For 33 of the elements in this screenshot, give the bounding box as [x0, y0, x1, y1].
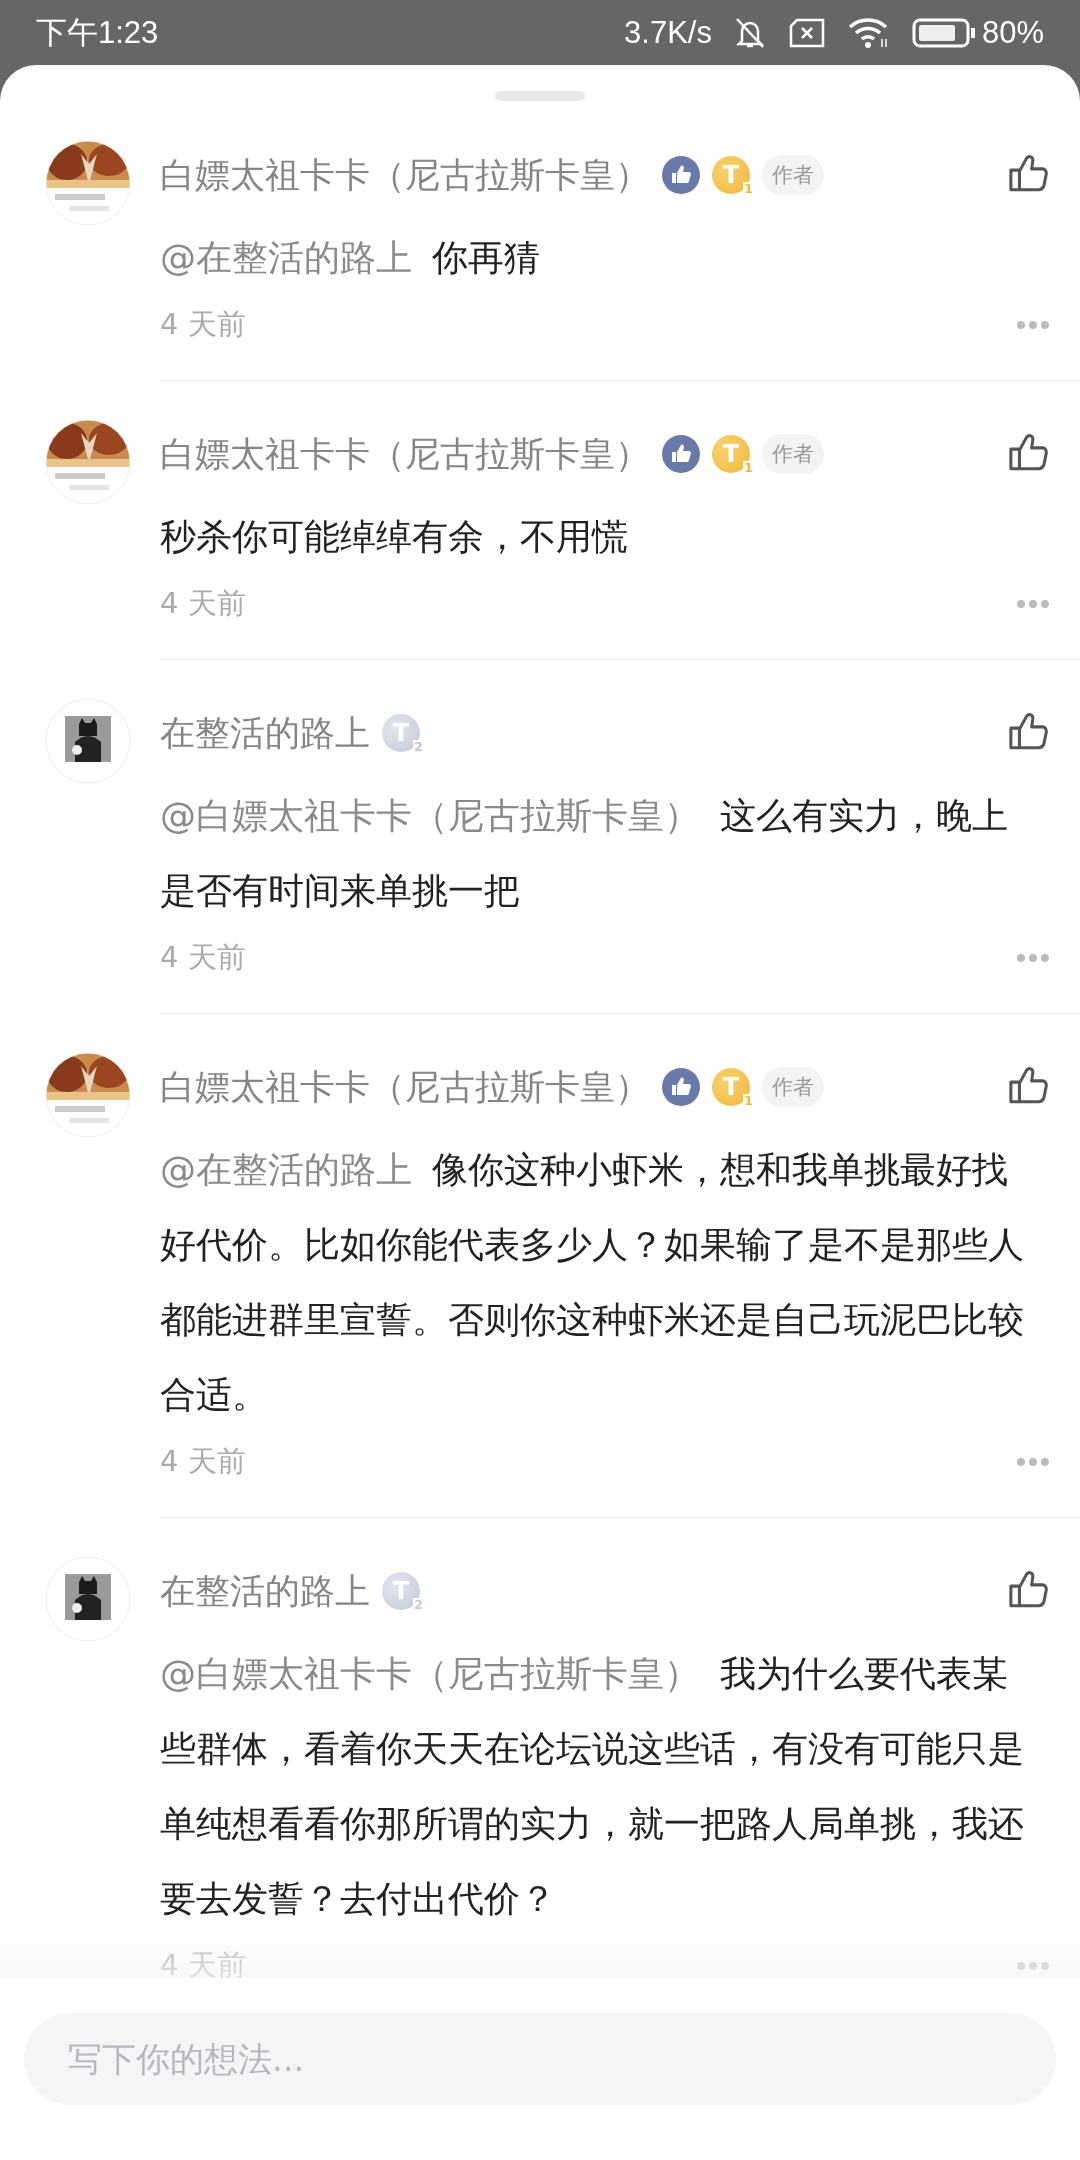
- mention-link[interactable]: @在整活的路上: [160, 237, 412, 278]
- author-name[interactable]: 白嫖太祖卡卡（尼古拉斯卡皇）: [160, 430, 650, 478]
- mention-link[interactable]: @在整活的路上: [160, 1149, 412, 1190]
- more-icon[interactable]: [1016, 1961, 1050, 1971]
- comment-text: @在整活的路上 你再猜: [160, 236, 541, 280]
- author-tag: 作者: [762, 1067, 824, 1107]
- comment-text: 秒杀你可能绰绰有余，不用慌: [160, 515, 629, 559]
- author-name[interactable]: 白嫖太祖卡卡（尼古拉斯卡皇）: [160, 151, 650, 199]
- comment-time: 4 天前: [160, 939, 246, 976]
- mention-link[interactable]: @白嫖太祖卡卡（尼古拉斯卡皇）: [160, 795, 700, 836]
- more-icon[interactable]: [1016, 953, 1050, 963]
- author-tag: 作者: [762, 155, 824, 195]
- more-icon[interactable]: [1016, 320, 1050, 330]
- battery-percent: 80%: [981, 14, 1044, 51]
- comment-time: 4 天前: [160, 585, 246, 622]
- author-name[interactable]: 在整活的路上: [160, 1567, 370, 1615]
- more-icon[interactable]: [1016, 599, 1050, 609]
- clock-time: 下午1:23: [36, 13, 159, 52]
- more-icon[interactable]: [1016, 1457, 1050, 1467]
- wifi-icon: [847, 16, 890, 49]
- comment-text: @在整活的路上 像你这种小虾米，想和我单挑最好找好代价。比如你能代表多少人？如果输了是不是那些人都能进群里宣誓。否则你这种虾米还是自己玩泥巴比较合适。: [160, 1148, 1025, 1417]
- comment-text: @白嫖太祖卡卡（尼古拉斯卡皇） 这么有实力，晚上是否有时间来单挑一把: [160, 794, 1009, 913]
- mention-link[interactable]: @白嫖太祖卡卡（尼古拉斯卡皇）: [160, 1653, 700, 1694]
- network-speed: 3.7K/s: [624, 14, 712, 51]
- comment-text: @白嫖太祖卡卡（尼古拉斯卡皇） 我为什么要代表某些群体，看着你天天在论坛说这些话，有没有可能只是单纯想看看你那所谓的实力，就一把路人局单挑，我还要去发誓？去付出代价？: [160, 1652, 1025, 1921]
- comment-time: 4 天前: [160, 306, 246, 343]
- author-name[interactable]: 白嫖太祖卡卡（尼古拉斯卡皇）: [160, 1063, 650, 1111]
- comment-time: 4 天前: [160, 1443, 246, 1480]
- comment-input-field[interactable]: 写下你的想法...: [24, 2013, 1056, 2105]
- sim-card-icon: [787, 17, 826, 48]
- author-tag: 作者: [762, 434, 824, 474]
- battery-icon: [911, 17, 976, 48]
- author-name[interactable]: 在整活的路上: [160, 709, 370, 757]
